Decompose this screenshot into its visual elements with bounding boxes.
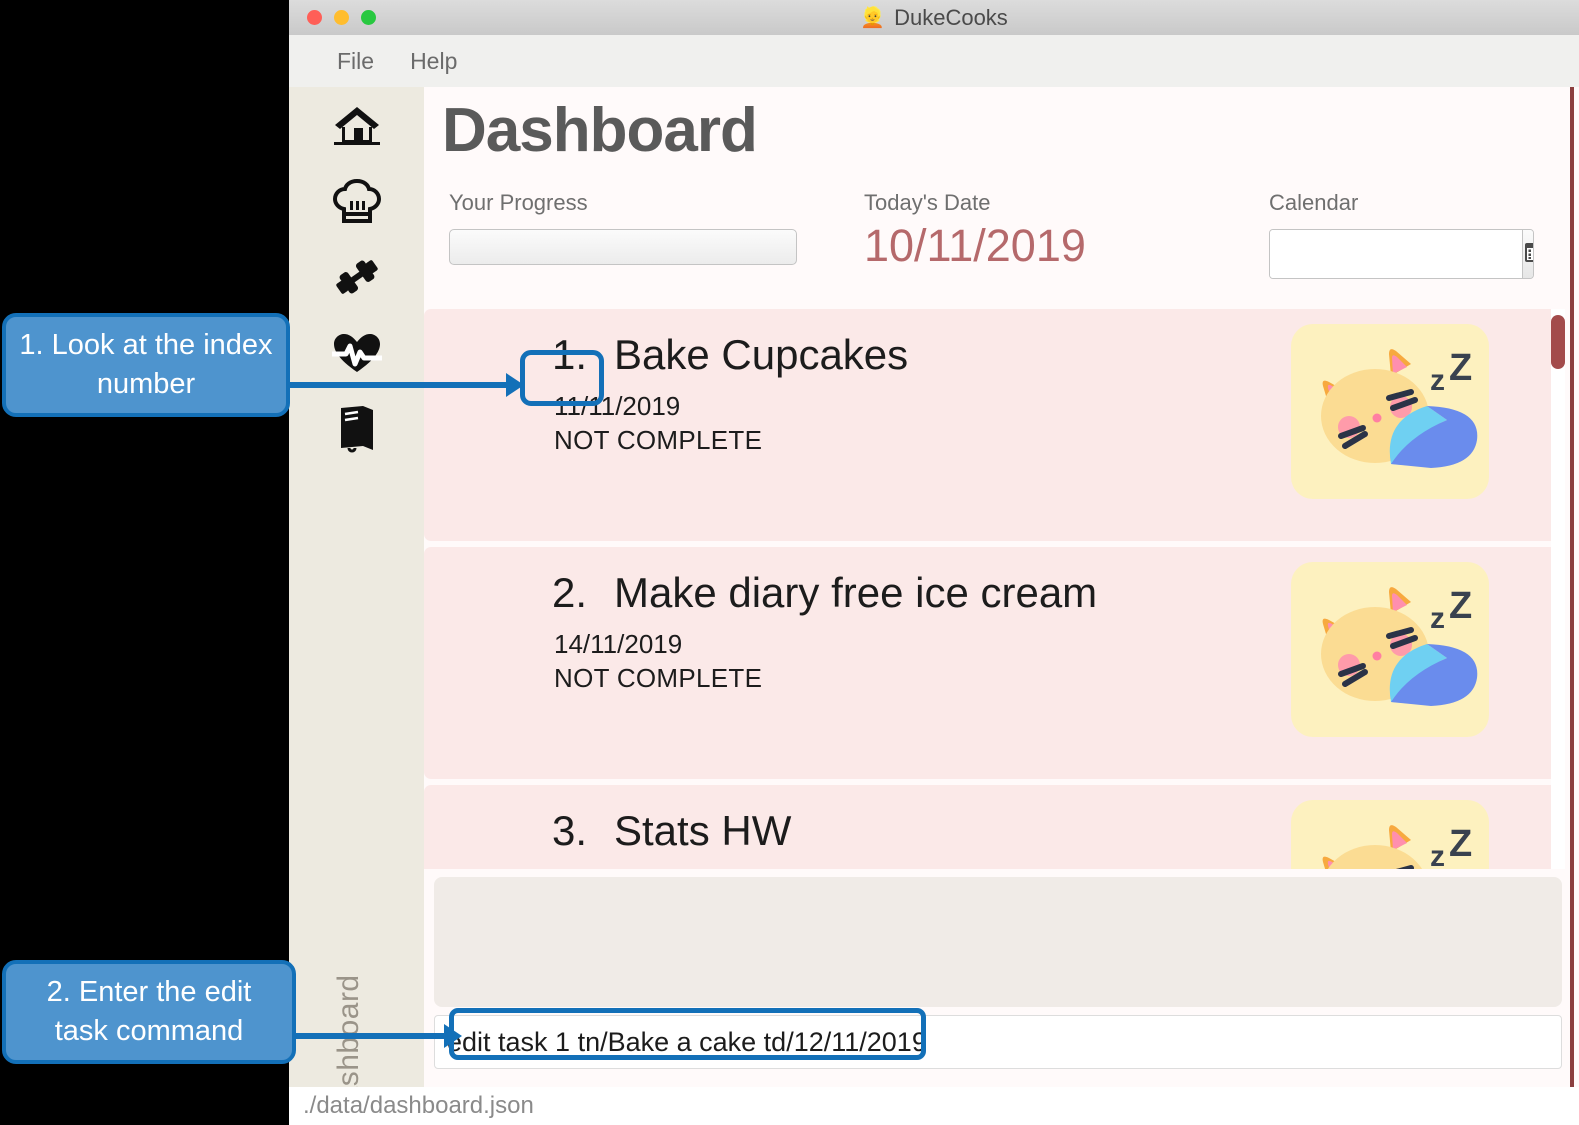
task-date: 14/11/2019 [554, 629, 683, 659]
home-icon [333, 103, 381, 147]
task-card[interactable]: 1. Bake Cupcakes 11/11/2019 NOT COMPLETE [424, 309, 1561, 541]
calendar-label: Calendar [1269, 190, 1359, 215]
menu-bar: File Help [289, 35, 1579, 87]
window-title-group: 👱 DukeCooks [289, 0, 1579, 35]
result-display-text [434, 877, 1562, 905]
sidebar-item-recipes[interactable] [289, 163, 424, 239]
task-status: NOT COMPLETE [554, 425, 763, 455]
task-name: Make diary free ice cream [614, 569, 1098, 616]
window-title: DukeCooks [894, 4, 1008, 30]
progress-bar [449, 229, 797, 265]
annotation-highlight-index [520, 350, 604, 406]
calendar-date-picker[interactable] [1269, 229, 1534, 279]
annotation-callout-1: 1. Look at the index number [2, 313, 290, 417]
page-title: Dashboard [442, 96, 758, 165]
annotation-callout-2: 2. Enter the edit task command [2, 960, 296, 1064]
sidebar-item-health[interactable] [289, 315, 424, 391]
diary-book-icon [335, 404, 379, 454]
menu-item-file[interactable]: File [319, 44, 392, 79]
result-display-panel [434, 877, 1562, 1007]
sleeping-cat-icon: z Z [1291, 562, 1489, 737]
task-name: Bake Cupcakes [614, 331, 909, 378]
sidebar-item-diary[interactable] [289, 391, 424, 467]
calendar-input[interactable] [1270, 230, 1522, 278]
annotation-connector-line-2 [290, 1033, 454, 1039]
task-card[interactable]: 3. Stats HW z Z [424, 785, 1561, 869]
status-bar-file-path: ./data/dashboard.json [303, 1092, 534, 1119]
task-status: NOT COMPLETE [554, 663, 763, 693]
title-bar: 👱 DukeCooks [289, 0, 1579, 36]
sleeping-cat-icon: z Z [1291, 324, 1489, 499]
sidebar-item-workout[interactable] [289, 239, 424, 315]
svg-text:Z: Z [1449, 585, 1472, 627]
status-bar: ./data/dashboard.json [289, 1087, 1579, 1125]
svg-text:Z: Z [1449, 823, 1472, 865]
today-date-label: Today's Date [864, 190, 991, 215]
svg-text:z: z [1430, 602, 1445, 635]
task-index: 2. [552, 569, 588, 616]
calendar-grid-icon [1523, 240, 1533, 269]
calendar-block: Calendar [1269, 190, 1534, 279]
task-name: Stats HW [614, 807, 792, 854]
menu-item-help[interactable]: Help [392, 44, 475, 79]
progress-label: Your Progress [449, 190, 588, 215]
annotation-connector-line-1 [286, 382, 514, 388]
heart-pulse-icon [331, 331, 382, 375]
annotation-highlight-command [449, 1008, 926, 1060]
dumbbell-icon [331, 253, 383, 301]
svg-text:z: z [1430, 840, 1445, 869]
date-block: Today's Date 10/11/2019 [864, 190, 1086, 272]
main-content: Dashboard Your Progress Today's Date 10/… [424, 87, 1579, 1087]
chef-hat-icon [332, 178, 381, 224]
sidebar-rail: Dashboard [289, 87, 424, 1125]
task-list-scrollbar-thumb[interactable] [1551, 315, 1565, 369]
svg-text:Z: Z [1449, 347, 1472, 389]
sleeping-cat-icon: z Z [1291, 800, 1489, 869]
task-index: 3. [552, 807, 588, 854]
calendar-picker-button[interactable] [1522, 230, 1533, 278]
window-right-border [1570, 87, 1574, 1087]
progress-block: Your Progress [449, 190, 797, 265]
chef-icon: 👱 [860, 6, 886, 29]
application-window: 👱 DukeCooks File Help Dashboard Dashboar… [289, 0, 1579, 1125]
task-list-scrollbar-track[interactable] [1551, 309, 1565, 869]
sidebar-item-dashboard[interactable] [289, 87, 424, 163]
svg-text:z: z [1430, 364, 1445, 397]
today-date-value: 10/11/2019 [864, 220, 1086, 271]
task-card[interactable]: 2. Make diary free ice cream 14/11/2019 … [424, 547, 1561, 779]
